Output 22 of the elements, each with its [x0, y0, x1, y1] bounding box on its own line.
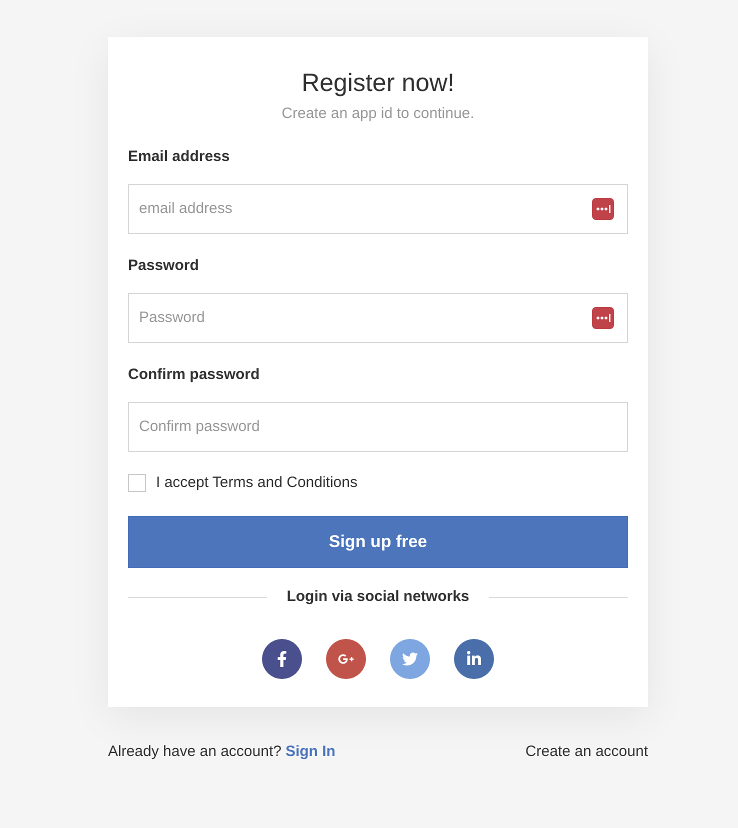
field-label: Email address: [128, 146, 230, 166]
field-label: Password: [128, 256, 199, 276]
account-prompt: Already have an account?: [108, 742, 282, 762]
sign-in-link[interactable]: Sign In: [285, 740, 336, 763]
password-manager-icon[interactable]: [592, 306, 614, 328]
password-manager-icon[interactable]: [592, 198, 614, 220]
social-button[interactable]: [326, 638, 366, 678]
social-button[interactable]: [262, 638, 302, 678]
checkbox[interactable]: [128, 474, 146, 492]
input-field[interactable]: email address: [128, 184, 628, 234]
page-title: Register now!: [300, 68, 456, 99]
input-field[interactable]: Password: [128, 292, 628, 342]
bird-icon: [402, 650, 418, 666]
sign-up-button[interactable]: Sign up free: [128, 516, 628, 568]
create-account-link[interactable]: Create an account: [525, 740, 648, 763]
checkbox-label: I accept Terms and Conditions: [156, 472, 358, 492]
input-field[interactable]: Confirm password: [128, 402, 628, 452]
social-heading: Login via social networks: [286, 587, 470, 607]
linkedin-icon: [466, 650, 482, 666]
subtitle: Create an app id to continue.: [280, 104, 476, 124]
field-label: Confirm password: [128, 364, 260, 384]
social-button[interactable]: [454, 638, 494, 678]
